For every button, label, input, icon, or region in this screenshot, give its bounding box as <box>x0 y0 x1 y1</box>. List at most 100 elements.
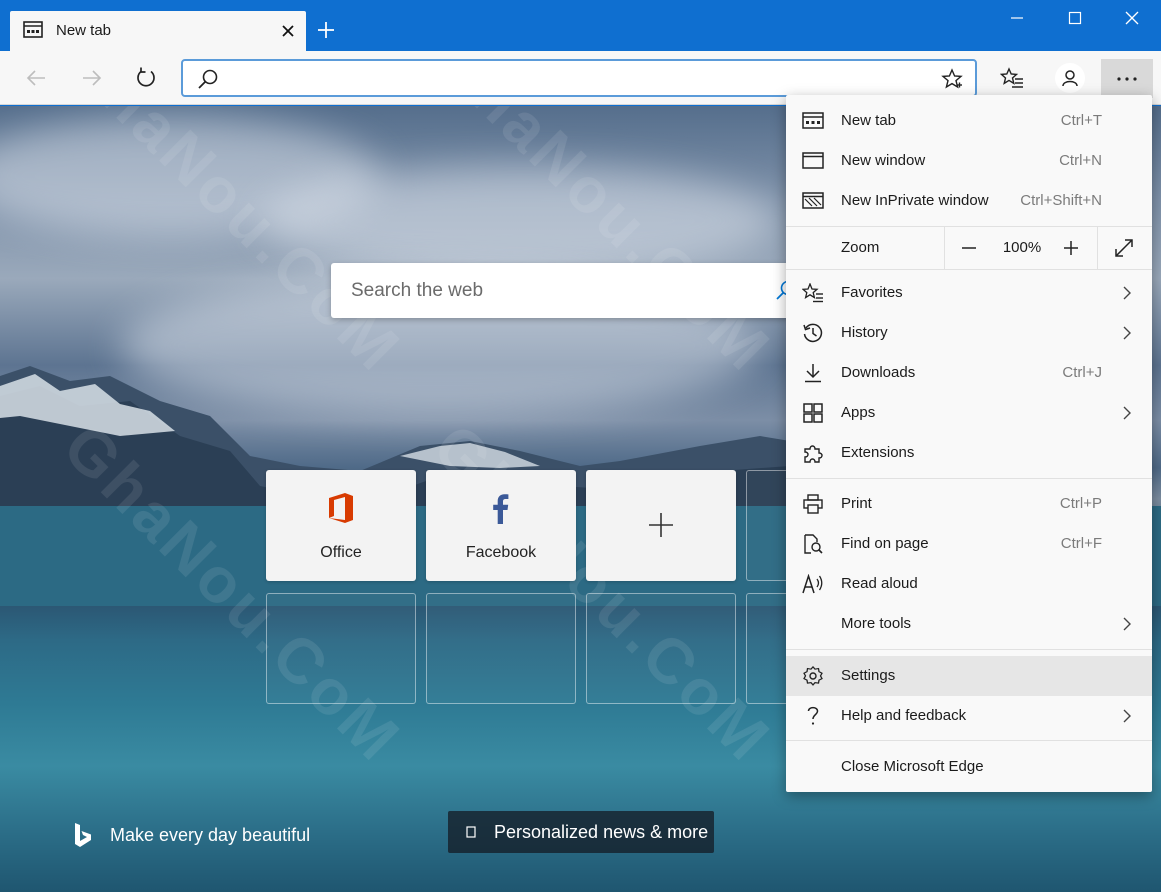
news-button-label: Personalized news & more <box>494 821 709 842</box>
menu-item-settings[interactable]: Settings <box>786 656 1152 696</box>
close-window-button[interactable] <box>1103 0 1161 36</box>
question-mark-icon <box>807 706 819 725</box>
menu-item-label: Apps <box>841 404 876 421</box>
add-favorite-star-icon[interactable] <box>941 68 963 90</box>
close-tab-icon[interactable] <box>280 23 296 39</box>
maximize-icon <box>1068 11 1082 25</box>
menu-item-downloads[interactable]: Downloads Ctrl+J <box>786 353 1152 393</box>
menu-item-label: Help and feedback <box>841 707 967 724</box>
news-icon <box>466 826 476 838</box>
download-icon <box>805 364 821 383</box>
office-icon <box>329 493 353 523</box>
menu-divider <box>786 740 1152 741</box>
zoom-divider <box>1097 227 1098 269</box>
quick-link-facebook[interactable]: Facebook <box>426 470 576 581</box>
zoom-out-button[interactable] <box>956 235 982 261</box>
menu-item-shortcut: Ctrl+T <box>1060 112 1102 129</box>
history-icon <box>803 323 823 343</box>
menu-item-history[interactable]: History <box>786 313 1152 353</box>
menu-item-favorites[interactable]: Favorites <box>786 273 1152 313</box>
menu-divider <box>786 478 1152 479</box>
forward-arrow-icon <box>83 70 102 86</box>
minimize-button[interactable] <box>988 0 1046 36</box>
menu-item-label: New InPrivate window <box>841 192 989 209</box>
empty-quick-link-slot <box>426 593 576 704</box>
menu-item-close-microsoft-edge[interactable]: Close Microsoft Edge <box>786 747 1152 787</box>
bing-logo-icon <box>75 823 91 847</box>
search-icon <box>198 69 218 89</box>
refresh-icon <box>137 67 155 87</box>
apps-icon <box>803 403 823 423</box>
refresh-button[interactable] <box>128 60 164 96</box>
menu-item-more-tools[interactable]: More tools <box>786 604 1152 644</box>
empty-quick-link-slot <box>266 593 416 704</box>
menu-item-extensions[interactable]: Extensions <box>786 433 1152 473</box>
menu-item-find-on-page[interactable]: Find on page Ctrl+F <box>786 524 1152 564</box>
menu-item-new-window[interactable]: New window Ctrl+N <box>786 141 1152 181</box>
personalized-news-button[interactable]: Personalized news & more <box>448 811 714 853</box>
menu-item-help-and-feedback[interactable]: Help and feedback <box>786 696 1152 736</box>
fullscreen-button[interactable] <box>1111 235 1137 261</box>
new-tab-icon <box>802 112 824 129</box>
gear-icon <box>803 666 823 686</box>
menu-divider <box>786 649 1152 650</box>
menu-item-label: Close Microsoft Edge <box>841 758 984 775</box>
tab-title: New tab <box>56 22 112 39</box>
maximize-button[interactable] <box>1046 0 1104 36</box>
profile-button[interactable] <box>1052 60 1088 96</box>
quick-link-office[interactable]: Office <box>266 470 416 581</box>
favorites-list-icon <box>1000 67 1023 88</box>
fullscreen-icon <box>1115 239 1133 257</box>
empty-quick-link-slot <box>586 593 736 704</box>
favorites-icon <box>802 283 823 303</box>
menu-item-label: Settings <box>841 667 896 684</box>
menu-item-label: New tab <box>841 112 897 129</box>
menu-item-apps[interactable]: Apps <box>786 393 1152 433</box>
back-button[interactable] <box>18 60 54 96</box>
chevron-right-icon <box>1123 326 1131 340</box>
menu-item-label: Favorites <box>841 284 903 301</box>
menu-item-new-inprivate-window[interactable]: New InPrivate window Ctrl+Shift+N <box>786 181 1152 221</box>
menu-item-label: New window <box>841 152 926 169</box>
extensions-puzzle-icon <box>804 445 823 463</box>
chevron-right-icon <box>1123 709 1131 723</box>
bing-tagline: Make every day beautiful <box>110 824 311 845</box>
minimize-icon <box>1011 17 1023 19</box>
menu-item-label: Downloads <box>841 364 916 381</box>
forward-button[interactable] <box>74 60 110 96</box>
menu-item-label: Extensions <box>841 444 915 461</box>
background-cloud <box>260 166 780 276</box>
new-tab-page-icon <box>23 21 43 38</box>
bing-image-info[interactable]: Make every day beautiful <box>72 821 310 849</box>
chevron-right-icon <box>1123 286 1131 300</box>
inprivate-icon <box>802 192 824 209</box>
web-search-box[interactable] <box>331 263 811 318</box>
settings-and-more-button[interactable] <box>1101 59 1153 98</box>
menu-item-label: Find on page <box>841 535 929 552</box>
favorites-button[interactable] <box>994 60 1030 96</box>
menu-item-print[interactable]: Print Ctrl+P <box>786 484 1152 524</box>
plus-icon <box>1064 241 1078 255</box>
add-quick-link-button[interactable] <box>586 470 736 581</box>
menu-item-shortcut: Ctrl+J <box>1062 364 1102 381</box>
menu-item-read-aloud[interactable]: Read aloud <box>786 564 1152 604</box>
address-input[interactable] <box>229 67 919 91</box>
minus-icon <box>962 247 976 249</box>
tab-new-tab[interactable]: New tab <box>10 11 306 51</box>
menu-item-label: More tools <box>841 615 912 632</box>
quick-link-label: Facebook <box>465 544 537 561</box>
person-icon <box>1062 70 1078 87</box>
back-arrow-icon <box>26 70 45 86</box>
zoom-value: 100% <box>1002 239 1042 256</box>
read-aloud-icon <box>802 574 823 594</box>
zoom-in-button[interactable] <box>1058 235 1084 261</box>
web-search-input[interactable] <box>351 277 771 305</box>
zoom-label: Zoom <box>841 239 880 256</box>
menu-item-new-tab[interactable]: New tab Ctrl+T <box>786 101 1152 141</box>
address-bar[interactable] <box>181 59 977 97</box>
menu-item-shortcut: Ctrl+Shift+N <box>1020 192 1102 209</box>
new-tab-plus-icon[interactable] <box>313 17 339 43</box>
menu-item-shortcut: Ctrl+P <box>1059 495 1102 512</box>
facebook-icon <box>493 494 509 524</box>
zoom-divider <box>944 227 945 269</box>
